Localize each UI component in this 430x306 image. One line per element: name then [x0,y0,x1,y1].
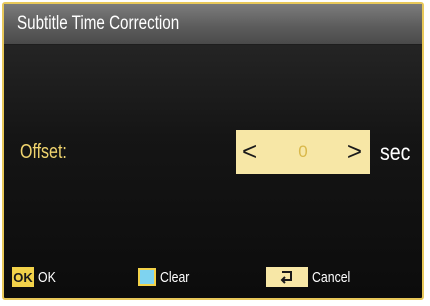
clear-label: Clear [160,268,190,286]
title-bar: Subtitle Time Correction [4,4,422,45]
offset-unit: sec [380,139,411,165]
cancel-button[interactable]: Cancel [266,266,359,288]
return-arrow-icon [266,267,308,287]
cancel-label: Cancel [312,268,351,286]
ok-label: OK [38,268,56,286]
subtitle-time-correction-dialog: Subtitle Time Correction Offset: < 0 > s… [2,2,424,300]
offset-stepper[interactable]: < 0 > [236,130,370,174]
ok-button[interactable]: OK OK [12,266,60,288]
ok-key-icon: OK [12,267,34,287]
clear-button[interactable]: Clear [138,266,196,288]
chevron-right-icon[interactable]: > [347,136,362,166]
dialog-title: Subtitle Time Correction [17,13,180,34]
blue-key-icon [138,268,156,286]
offset-label: Offset: [20,141,67,163]
